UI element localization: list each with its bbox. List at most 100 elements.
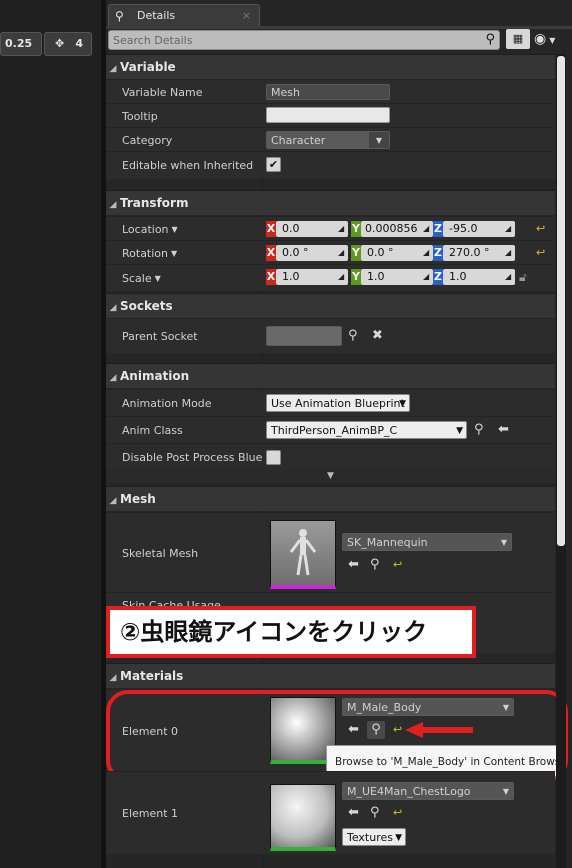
category-variable-label: Variable xyxy=(120,60,176,74)
x-axis-icon: X xyxy=(266,245,276,261)
disable-post-process-checkbox[interactable] xyxy=(266,450,281,465)
property-matrix-button[interactable]: ▦ xyxy=(506,29,530,49)
scale-y-value: 1.0 xyxy=(367,270,385,283)
location-z-field[interactable]: -95.0 ◢ xyxy=(443,221,515,237)
category-sockets[interactable]: ◢ Sockets xyxy=(106,293,555,318)
viewport-panel[interactable]: 0.25 ✥ 4 xyxy=(0,0,101,868)
chevron-down-icon: ▼ xyxy=(154,273,161,283)
parent-socket-field[interactable] xyxy=(266,326,342,346)
chevron-down-icon: ▼ xyxy=(549,36,556,45)
reset-to-default-icon[interactable]: ↩ xyxy=(536,221,545,237)
tooltip-text: Browse to 'M_Male_Body' in Content Brows… xyxy=(335,756,566,768)
category-transform[interactable]: ◢ Transform xyxy=(106,190,555,215)
row-variable-name: Variable Name Mesh xyxy=(106,79,555,104)
chevron-down-icon: ▼ xyxy=(500,538,507,547)
rotation-z-field[interactable]: 270.0 ° ◢ xyxy=(443,245,515,261)
category-materials[interactable]: ◢ Materials xyxy=(106,663,555,688)
zoom-value-box[interactable]: 0.25 xyxy=(0,32,42,56)
expand-down-icon: ▼ xyxy=(327,471,334,481)
rotation-x-value: 0.0 ° xyxy=(282,246,309,259)
skeletal-mesh-thumbnail[interactable] xyxy=(270,520,336,589)
use-selected-arrow-icon[interactable]: ⬅ xyxy=(348,805,359,821)
category-dropdown[interactable]: Character ▼ xyxy=(266,131,390,149)
scale-x-field[interactable]: 1.0 ◢ xyxy=(276,269,348,285)
clear-icon[interactable]: ✖ xyxy=(372,328,383,344)
location-y-field[interactable]: 0.000856 ◢ xyxy=(361,221,433,237)
close-tab-icon[interactable]: × xyxy=(242,5,251,27)
x-axis-icon: X xyxy=(266,221,276,237)
view-options-button[interactable]: ◉ ▼ xyxy=(534,29,568,49)
scrollbar-thumb[interactable] xyxy=(557,56,565,546)
row-skeletal-mesh: Skeletal Mesh SK_Mannequin ▼ ⬅ ⚲ ↩ xyxy=(106,512,555,593)
camera-speed-box[interactable]: ✥ 4 xyxy=(44,32,92,56)
location-x-field[interactable]: 0.0 ◢ xyxy=(276,221,348,237)
use-selected-arrow-icon[interactable]: ⬅ xyxy=(498,422,509,438)
spin-icon: ◢ xyxy=(338,224,345,233)
category-label: Category xyxy=(122,133,173,147)
search-icon[interactable]: ⚲ xyxy=(370,557,380,573)
chevron-down-icon: ▼ xyxy=(171,224,178,234)
rotation-x-field[interactable]: 0.0 ° ◢ xyxy=(276,245,348,261)
location-label[interactable]: Location ▼ xyxy=(122,217,262,241)
scale-label[interactable]: Scale ▼ xyxy=(122,265,262,291)
element-1-thumbnail[interactable] xyxy=(270,784,336,851)
tooltip-field[interactable] xyxy=(266,107,390,123)
category-mesh[interactable]: ◢ Mesh xyxy=(106,486,555,511)
search-icon[interactable]: ⚲ xyxy=(348,328,358,344)
row-rotation: Rotation ▼ X 0.0 ° ◢ Y 0.0 ° ◢ Z 270.0 ° ◢ ↩ xyxy=(106,240,555,265)
eye-icon: ◉ xyxy=(534,31,547,47)
z-axis-icon: Z xyxy=(433,269,443,285)
row-parent-socket: Parent Socket ⚲ ✖ xyxy=(106,318,555,353)
location-label-text: Location xyxy=(122,222,169,236)
search-icon[interactable]: ⚲ xyxy=(370,805,380,821)
animation-mode-dropdown[interactable]: Use Animation Blueprint ▼ xyxy=(266,394,410,412)
mannequin-icon xyxy=(289,529,317,576)
tab-details[interactable]: ⚲ Details × xyxy=(108,4,260,27)
reset-to-default-icon[interactable]: ↩ xyxy=(393,805,402,821)
textures-label: Textures xyxy=(347,831,393,844)
editable-inherited-checkbox[interactable]: ✔ xyxy=(266,157,281,172)
element-1-dropdown[interactable]: M_UE4Man_ChestLogo ▼ xyxy=(342,782,514,800)
category-animation[interactable]: ◢ Animation xyxy=(106,363,555,388)
camera-speed-icon: ✥ xyxy=(55,37,65,50)
spin-icon: ◢ xyxy=(423,272,430,281)
variable-name-field[interactable]: Mesh xyxy=(266,84,390,100)
scale-y-field[interactable]: 1.0 ◢ xyxy=(361,269,433,285)
animation-mode-value: Use Animation Blueprint xyxy=(271,397,405,410)
y-axis-icon: Y xyxy=(351,269,361,285)
scale-z-field[interactable]: 1.0 ◢ xyxy=(443,269,515,285)
y-axis-icon: Y xyxy=(351,245,361,261)
spin-icon: ◢ xyxy=(423,224,430,233)
advanced-expander[interactable]: ▼ xyxy=(106,469,555,483)
textures-dropdown[interactable]: Textures ▼ xyxy=(342,828,406,846)
animation-mode-label: Animation Mode xyxy=(122,397,212,410)
spin-icon: ◢ xyxy=(423,248,430,257)
reset-to-default-icon[interactable]: ↩ xyxy=(536,245,545,261)
lock-icon[interactable]: 🔓︎ xyxy=(519,269,527,285)
element-1-label: Element 1 xyxy=(122,806,179,820)
row-location: Location ▼ X 0.0 ◢ Y 0.000856 ◢ Z -95.0 ◢ ↩ xyxy=(106,216,555,241)
collapse-arrow-icon: ◢ xyxy=(109,200,117,210)
location-y-value: 0.000856 xyxy=(365,222,418,235)
search-box[interactable]: ⚲ xyxy=(108,30,500,50)
anim-class-dropdown[interactable]: ThirdPerson_AnimBP_C ▼ xyxy=(266,421,467,439)
chevron-down-icon: ▼ xyxy=(456,426,463,436)
rotation-label[interactable]: Rotation ▼ xyxy=(122,241,262,265)
rotation-y-field[interactable]: 0.0 ° ◢ xyxy=(361,245,433,261)
variable-name-label: Variable Name xyxy=(122,85,203,99)
z-axis-icon: Z xyxy=(433,245,443,261)
skeletal-mesh-dropdown[interactable]: SK_Mannequin ▼ xyxy=(342,533,512,551)
location-z-value: -95.0 xyxy=(449,222,478,235)
chevron-down-icon: ▼ xyxy=(369,132,389,148)
row-disable-post-process: Disable Post Process Blueprint xyxy=(106,443,555,470)
parent-socket-label: Parent Socket xyxy=(122,329,198,343)
search-icon[interactable]: ⚲ xyxy=(474,422,484,438)
row-anim-class: Anim Class ThirdPerson_AnimBP_C ▼ ⚲ ⬅ xyxy=(106,416,555,444)
search-icon[interactable]: ⚲ xyxy=(485,31,495,49)
search-input[interactable] xyxy=(109,31,477,49)
use-selected-arrow-icon[interactable]: ⬅ xyxy=(348,557,359,573)
reset-to-default-icon[interactable]: ↩ xyxy=(393,557,402,573)
category-variable[interactable]: ◢ Variable xyxy=(106,54,555,79)
checkmark-icon: ✔ xyxy=(268,158,279,171)
row-animation-mode: Animation Mode Use Animation Blueprint ▼ xyxy=(106,389,555,417)
